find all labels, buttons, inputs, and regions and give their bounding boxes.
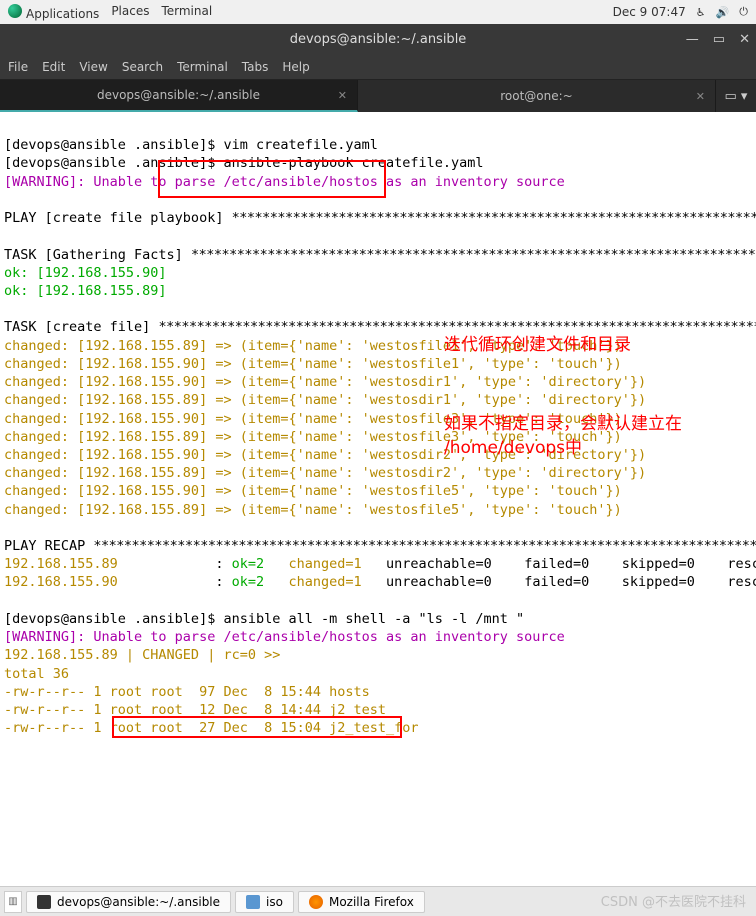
terminal-menu[interactable]: Terminal [161, 4, 212, 21]
window-titlebar: devops@ansible:~/.ansible — ▭ ✕ [0, 24, 756, 54]
play-header: PLAY [create file playbook] ************… [4, 210, 756, 226]
recap-row: 192.168.155.90 : ok=2 changed=1 unreacha… [4, 574, 756, 590]
power-icon[interactable]: ⏻ [739, 5, 748, 19]
accessibility-icon[interactable]: ♿ [696, 6, 706, 19]
shell-output-line: -rw-r--r-- 1 root root 97 Dec 8 15:44 ho… [4, 684, 370, 700]
recap-header: PLAY RECAP *****************************… [4, 538, 756, 554]
recap-row: 192.168.155.89 : ok=2 changed=1 unreacha… [4, 556, 756, 572]
warning-line: [WARNING]: Unable to parse /etc/ansible/… [4, 174, 565, 190]
taskbar-item-firefox[interactable]: Mozilla Firefox [298, 891, 425, 913]
close-icon[interactable]: ✕ [696, 90, 705, 103]
gnome-top-panel: Applications Places Terminal Dec 9 07:47… [0, 0, 756, 24]
taskbar-item-terminal[interactable]: devops@ansible:~/.ansible [26, 891, 231, 913]
task-header: TASK [create file] *********************… [4, 319, 756, 335]
changed-line: changed: [192.168.155.90] => (item={'nam… [4, 374, 646, 390]
shell-result-header: 192.168.155.89 | CHANGED | rc=0 >> [4, 647, 280, 663]
changed-line: changed: [192.168.155.89] => (item={'nam… [4, 465, 646, 481]
taskbar-label: Mozilla Firefox [329, 895, 414, 909]
menu-file[interactable]: File [8, 60, 28, 74]
tab-label: root@one:~ [500, 89, 573, 103]
shell-output-line: total 36 [4, 666, 69, 682]
ok-line: ok: [192.168.155.89] [4, 283, 167, 299]
changed-line: changed: [192.168.155.89] => (item={'nam… [4, 502, 622, 518]
command-text: ansible-playbook createfile.yaml [223, 155, 483, 171]
tab-root-one[interactable]: root@one:~ ✕ [358, 80, 716, 112]
close-icon[interactable]: ✕ [338, 89, 347, 102]
show-desktop-button[interactable]: ▥ [4, 891, 22, 913]
changed-line: changed: [192.168.155.89] => (item={'nam… [4, 338, 622, 354]
tab-devops-ansible[interactable]: devops@ansible:~/.ansible ✕ [0, 80, 358, 112]
changed-line: changed: [192.168.155.90] => (item={'nam… [4, 447, 646, 463]
prompt: [devops@ansible .ansible]$ [4, 137, 223, 153]
command-text: ansible all -m shell -a "ls -l /mnt " [223, 611, 524, 627]
minimize-button[interactable]: — [686, 32, 699, 47]
tab-label: devops@ansible:~/.ansible [97, 88, 260, 102]
taskbar-label: iso [266, 895, 283, 909]
menu-tabs[interactable]: Tabs [242, 60, 269, 74]
changed-line: changed: [192.168.155.89] => (item={'nam… [4, 392, 646, 408]
firefox-icon [309, 895, 323, 909]
warning-line: [WARNING]: Unable to parse /etc/ansible/… [4, 629, 565, 645]
changed-line: changed: [192.168.155.89] => (item={'nam… [4, 429, 622, 445]
terminal-icon [37, 895, 51, 909]
gnome-taskbar: ▥ devops@ansible:~/.ansible iso Mozilla … [0, 886, 756, 916]
menu-view[interactable]: View [79, 60, 107, 74]
menu-edit[interactable]: Edit [42, 60, 65, 74]
watermark-text: CSDN @不去医院不挂科 [601, 891, 746, 910]
maximize-button[interactable]: ▭ [713, 32, 725, 47]
clock[interactable]: Dec 9 07:47 [613, 5, 686, 19]
window-title: devops@ansible:~/.ansible [290, 32, 467, 47]
prompt: [devops@ansible .ansible]$ [4, 611, 223, 627]
changed-line: changed: [192.168.155.90] => (item={'nam… [4, 356, 622, 372]
task-header: TASK [Gathering Facts] *****************… [4, 247, 756, 263]
shell-output-line: -rw-r--r-- 1 root root 12 Dec 8 14:44 j2… [4, 702, 386, 718]
volume-icon[interactable]: 🔊 [716, 6, 730, 19]
prompt: [devops@ansible .ansible]$ [4, 155, 223, 171]
terminal-tabbar: devops@ansible:~/.ansible ✕ root@one:~ ✕… [0, 80, 756, 112]
activities-button[interactable]: Applications [8, 4, 99, 21]
menu-terminal[interactable]: Terminal [177, 60, 228, 74]
shell-output-line: -rw-r--r-- 1 root root 27 Dec 8 15:04 j2… [4, 720, 419, 736]
taskbar-label: devops@ansible:~/.ansible [57, 895, 220, 909]
terminal-menubar: File Edit View Search Terminal Tabs Help [0, 54, 756, 80]
command-text: vim createfile.yaml [223, 137, 377, 153]
ok-line: ok: [192.168.155.90] [4, 265, 167, 281]
menu-help[interactable]: Help [282, 60, 309, 74]
menu-search[interactable]: Search [122, 60, 163, 74]
changed-line: changed: [192.168.155.90] => (item={'nam… [4, 483, 622, 499]
tab-new-button[interactable]: ▭ ▾ [716, 80, 756, 112]
folder-icon [246, 895, 260, 909]
changed-line: changed: [192.168.155.90] => (item={'nam… [4, 411, 622, 427]
places-menu[interactable]: Places [111, 4, 149, 21]
taskbar-item-files[interactable]: iso [235, 891, 294, 913]
close-button[interactable]: ✕ [739, 32, 750, 47]
terminal-output[interactable]: [devops@ansible .ansible]$ vim createfil… [0, 112, 756, 741]
